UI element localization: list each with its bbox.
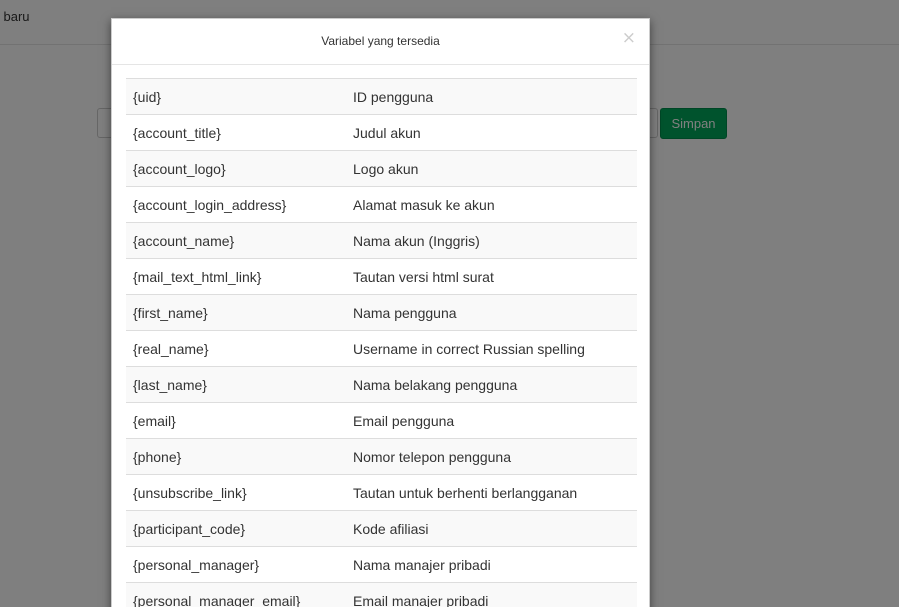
table-row: {account_title} Judul akun	[126, 114, 637, 151]
variable-name: {personal_manager}	[126, 546, 346, 583]
variables-table: {uid} ID pengguna {account_title} Judul aku…	[126, 78, 637, 607]
variable-description: Nomor telepon pengguna	[346, 438, 637, 475]
variable-description: Nama akun (Inggris)	[346, 222, 637, 259]
variable-name: {account_logo}	[126, 150, 346, 187]
variable-name: {email}	[126, 402, 346, 439]
variable-name: {real_name}	[126, 330, 346, 367]
variable-description: Logo akun	[346, 150, 637, 187]
modal-title: Variabel yang tersedia	[321, 34, 440, 48]
close-icon[interactable]: ×	[622, 30, 636, 47]
variable-name: {first_name}	[126, 294, 346, 331]
table-row: {phone} Nomor telepon pengguna	[126, 438, 637, 475]
table-row: {personal_manager_email} Email manajer pr…	[126, 582, 637, 607]
table-row: {participant_code} Kode afiliasi	[126, 510, 637, 547]
variable-description: Alamat masuk ke akun	[346, 186, 637, 223]
variable-name: {personal_manager_email}	[126, 582, 346, 607]
table-row: {account_name} Nama akun (Inggris)	[126, 222, 637, 259]
modal-header: Variabel yang tersedia ×	[112, 19, 649, 65]
variables-modal: Variabel yang tersedia × {uid} ID penggun…	[111, 18, 650, 607]
table-row: {first_name} Nama pengguna	[126, 294, 637, 331]
variable-description: Email pengguna	[346, 402, 637, 439]
variable-description: Email manajer pribadi	[346, 582, 637, 607]
variable-description: Username in correct Russian spelling	[346, 330, 637, 367]
table-row: {personal_manager} Nama manajer pribadi	[126, 546, 637, 583]
variable-name: {mail_text_html_link}	[126, 258, 346, 295]
variable-description: Tautan versi html surat	[346, 258, 637, 295]
table-row: {account_logo} Logo akun	[126, 150, 637, 187]
table-row: {unsubscribe_link} Tautan untuk berhenti …	[126, 474, 637, 511]
variable-description: Nama belakang pengguna	[346, 366, 637, 403]
variable-description: Judul akun	[346, 114, 637, 151]
variable-name: {account_title}	[126, 114, 346, 151]
variable-name: {phone}	[126, 438, 346, 475]
variable-name: {unsubscribe_link}	[126, 474, 346, 511]
variable-name: {account_login_address}	[126, 186, 346, 223]
table-row: {mail_text_html_link} Tautan versi html s…	[126, 258, 637, 295]
table-row: {real_name} Username in correct Russian s…	[126, 330, 637, 367]
variable-description: Nama pengguna	[346, 294, 637, 331]
variable-name: {participant_code}	[126, 510, 346, 547]
table-row: {uid} ID pengguna	[126, 78, 637, 115]
variable-description: Nama manajer pribadi	[346, 546, 637, 583]
table-row: {last_name} Nama belakang pengguna	[126, 366, 637, 403]
variable-description: Tautan untuk berhenti berlangganan	[346, 474, 637, 511]
variable-description: Kode afiliasi	[346, 510, 637, 547]
variable-name: {last_name}	[126, 366, 346, 403]
variables-table-body: {uid} ID pengguna {account_title} Judul aku…	[126, 78, 637, 607]
table-row: {account_login_address} Alamat masuk ke a…	[126, 186, 637, 223]
variable-name: {account_name}	[126, 222, 346, 259]
table-row: {email} Email pengguna	[126, 402, 637, 439]
modal-body: {uid} ID pengguna {account_title} Judul aku…	[126, 78, 637, 607]
variable-description: ID pengguna	[346, 78, 637, 115]
variable-name: {uid}	[126, 78, 346, 115]
